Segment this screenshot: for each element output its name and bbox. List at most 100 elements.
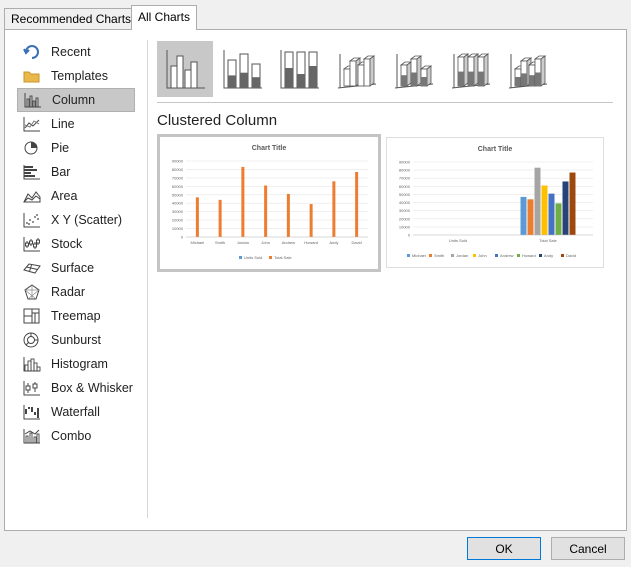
legend-label: David	[566, 253, 576, 258]
3d-100-stacked-column-option[interactable]	[442, 41, 498, 97]
cancel-button[interactable]: Cancel	[551, 537, 625, 560]
bar	[355, 171, 359, 237]
sunburst-chart-icon	[23, 332, 39, 348]
3d-column-icon	[508, 54, 548, 89]
preview-1-svg: Chart Title 0 10000 20000 30000 40000 50000 600…	[172, 145, 368, 260]
clustered-column-icon	[166, 50, 205, 89]
chart-type-area[interactable]: Area	[17, 184, 135, 208]
bar	[534, 167, 541, 235]
legend-label: John	[478, 253, 487, 258]
3d-clustered-column-icon	[337, 54, 377, 89]
chart-type-folder[interactable]: Templates	[17, 64, 135, 88]
ok-button[interactable]: OK	[467, 537, 541, 560]
chart-type-label: Treemap	[51, 309, 101, 323]
y-tick-label: 60000	[399, 184, 411, 189]
chart-type-pie[interactable]: Pie	[17, 136, 135, 160]
bar	[541, 185, 548, 235]
legend-label: Jordan	[456, 253, 468, 258]
chart-type-histogram[interactable]: Histogram	[17, 352, 135, 376]
all-charts-panel: Recent Templates Column Line Pie Bar Area X Y (…	[4, 29, 627, 531]
x-tick-label: Andrew	[282, 240, 296, 245]
legend-swatch	[239, 256, 242, 259]
legend-swatch	[517, 254, 520, 257]
bar	[195, 197, 199, 237]
x-tick-label: David	[352, 240, 362, 245]
chart-type-label: Radar	[51, 285, 86, 299]
bar	[332, 181, 336, 237]
legend-swatch	[473, 254, 476, 257]
chart-type-label: X Y (Scatter)	[51, 213, 123, 227]
y-tick-label: 50000	[399, 192, 411, 197]
radar-chart-icon	[24, 284, 40, 300]
chart-type-label: Pie	[51, 141, 70, 155]
surface-chart-icon	[23, 263, 41, 274]
chart-type-label: Bar	[51, 165, 71, 179]
chart-type-sunburst[interactable]: Sunburst	[17, 328, 135, 352]
y-tick-label: 20000	[172, 218, 184, 223]
stacked-column-option[interactable]	[214, 41, 270, 97]
bar	[241, 166, 245, 237]
chart-type-radar[interactable]: Radar	[17, 280, 135, 304]
y-tick-label: 30000	[172, 209, 184, 214]
bar-chart-icon	[23, 165, 40, 180]
chart-title: Chart Title	[252, 145, 287, 152]
subtype-title: Clustered Column	[157, 112, 278, 129]
chart-preview-1[interactable]: Chart Title 0 10000 20000 30000 40000 50000 600…	[157, 134, 381, 272]
legend-swatch	[451, 254, 454, 257]
bar	[264, 185, 268, 237]
stacked-column-icon	[223, 50, 262, 89]
y-tick-label: 20000	[399, 216, 411, 221]
scatter-chart-icon	[23, 213, 40, 228]
bar	[548, 193, 555, 235]
y-tick-label: 80000	[172, 167, 184, 172]
chart-type-treemap[interactable]: Treemap	[17, 304, 135, 328]
chart-type-waterfall[interactable]: Waterfall	[17, 400, 135, 424]
chart-type-stock[interactable]: Stock	[17, 232, 135, 256]
x-tick-label: Total Sale	[539, 238, 557, 243]
legend-label: Michael	[412, 253, 426, 258]
preview-2-svg: Chart Title 0 10000 20000 30000 40000 50000 600…	[399, 146, 593, 258]
chart-type-label: Recent	[51, 45, 91, 59]
folder-icon	[23, 71, 40, 83]
chart-type-box-whisker[interactable]: Box & Whisker	[17, 376, 135, 400]
stock-chart-icon	[23, 237, 40, 252]
chart-type-label: Combo	[51, 429, 92, 443]
bar	[527, 199, 534, 235]
100-stacked-column-option[interactable]	[271, 41, 327, 97]
pie-chart-icon	[24, 141, 38, 155]
100-stacked-column-icon	[280, 50, 319, 89]
clustered-column-option[interactable]	[157, 41, 213, 97]
x-tick-label: John	[261, 240, 270, 245]
x-tick-label: Units Sold	[449, 238, 467, 243]
chart-type-label: Stock	[51, 237, 83, 251]
chart-preview-2[interactable]: Chart Title 0 10000 20000 30000 40000 50000 600…	[386, 137, 604, 268]
x-tick-label: Michael	[190, 240, 204, 245]
bar	[520, 196, 527, 235]
chart-type-scatter[interactable]: X Y (Scatter)	[17, 208, 135, 232]
tab-recommended-charts[interactable]: Recommended Charts	[4, 8, 139, 30]
combo-chart-icon	[23, 429, 40, 444]
legend-label: Andy	[544, 253, 553, 258]
y-tick-label: 0	[408, 233, 411, 238]
legend-swatch	[429, 254, 432, 257]
3d-clustered-column-option[interactable]	[328, 41, 384, 97]
chart-type-label: Column	[52, 93, 96, 107]
legend-label: Howard	[522, 253, 536, 258]
chart-type-column[interactable]: Column	[17, 88, 135, 112]
bar	[309, 204, 313, 237]
bar	[569, 172, 576, 235]
tab-all-charts[interactable]: All Charts	[131, 5, 198, 30]
chart-type-combo[interactable]: Combo	[17, 424, 135, 448]
chart-type-bar[interactable]: Bar	[17, 160, 135, 184]
3d-column-option[interactable]	[499, 41, 555, 97]
y-tick-label: 10000	[172, 226, 184, 231]
legend-swatch	[269, 256, 272, 259]
chart-type-recent[interactable]: Recent	[17, 40, 135, 64]
3d-stacked-column-option[interactable]	[385, 41, 441, 97]
chart-type-line[interactable]: Line	[17, 112, 135, 136]
chart-type-surface[interactable]: Surface	[17, 256, 135, 280]
treemap-chart-icon	[23, 308, 40, 324]
y-tick-label: 60000	[172, 184, 184, 189]
3d-stacked-column-icon	[394, 54, 434, 89]
x-tick-label: Smith	[215, 240, 225, 245]
